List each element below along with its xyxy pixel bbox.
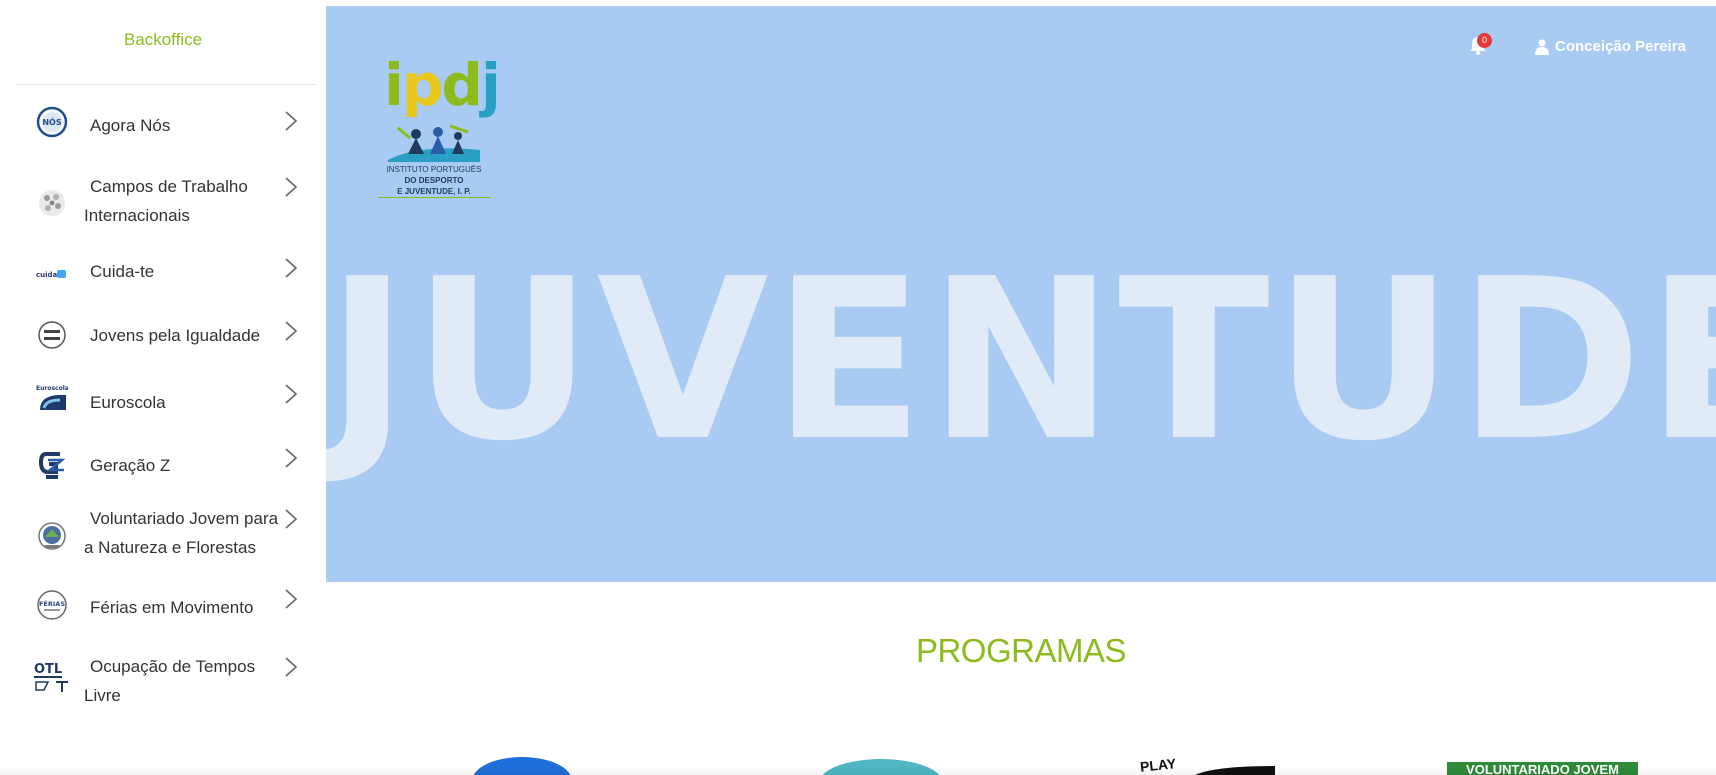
chevron-right-icon[interactable]: [283, 176, 299, 198]
logo-line-2: DO DESPORTO: [404, 176, 464, 185]
campos-trabalho-logo-icon: [39, 190, 65, 216]
sidebar-item-geracao-z[interactable]: Geração Z: [0, 442, 326, 488]
sidebar-item-otl[interactable]: OTL Ocupação de Tempos Livre: [0, 652, 326, 714]
logo-caption: INSTITUTO PORTUGUÊS DO DESPORTO E JUVENT…: [370, 164, 498, 197]
bottom-edge-shadow: [0, 766, 1716, 775]
sidebar: Backoffice NÓS Agora Nós Campos de Traba…: [0, 0, 326, 775]
svg-text:cuida-: cuida-: [36, 271, 60, 279]
chevron-right-icon[interactable]: [283, 257, 299, 279]
sidebar-item-ferias-movimento[interactable]: FÉRIAS Férias em Movimento: [0, 584, 326, 630]
user-icon: [1535, 39, 1549, 55]
logo-youth-figures-icon: [388, 124, 480, 162]
svg-text:OTL: OTL: [34, 662, 62, 677]
sidebar-item-label: Férias em Movimento: [90, 598, 254, 617]
chevron-right-icon[interactable]: [283, 110, 299, 132]
chevron-right-icon[interactable]: [283, 508, 299, 530]
chevron-right-icon[interactable]: [283, 383, 299, 405]
logo-line-3: E JUVENTUDE, I. P.: [397, 187, 471, 196]
logo-rule: [378, 197, 490, 198]
sidebar-title: Backoffice: [123, 30, 203, 49]
jovens-igualdade-logo-icon: [38, 321, 66, 349]
sidebar-item-label: Jovens pela Igualdade: [90, 326, 261, 345]
ferias-movimento-logo-icon: FÉRIAS: [37, 590, 67, 620]
logo-line-1: INSTITUTO PORTUGUÊS: [386, 165, 482, 174]
sidebar-item-label: Ocupação de Tempos Livre: [84, 657, 256, 705]
svg-text:FÉRIAS: FÉRIAS: [39, 599, 65, 608]
geracao-z-logo-icon: [38, 452, 66, 479]
sidebar-item-label: Cuida-te: [90, 262, 155, 281]
logo-wordmark: ipdj: [384, 51, 501, 119]
notification-count-badge: 0: [1477, 33, 1492, 48]
chevron-right-icon[interactable]: [283, 588, 299, 610]
sidebar-item-label: Campos de Trabalho Internacionais: [84, 177, 248, 225]
svg-text:NÓS: NÓS: [42, 116, 61, 127]
sidebar-item-label: Agora Nós: [90, 116, 171, 135]
euroscola-logo-icon: Euroscola: [36, 385, 68, 410]
hero-banner: ipdj INSTITUTO PORTUGUÊS DO DESPORTO E J…: [326, 6, 1716, 582]
sidebar-item-jovens-igualdade[interactable]: Jovens pela Igualdade: [0, 312, 326, 358]
otl-logo-icon: OTL: [34, 662, 68, 692]
ipdj-logo[interactable]: ipdj INSTITUTO PORTUGUÊS DO DESPORTO E J…: [370, 50, 501, 220]
chevron-right-icon[interactable]: [283, 447, 299, 469]
agora-nos-logo-icon: NÓS: [36, 106, 68, 138]
sidebar-item-label: Geração Z: [90, 456, 171, 475]
hero-headline: JUVENTUDE: [326, 232, 1716, 490]
cuida-te-logo-icon: cuida-: [36, 270, 66, 279]
sidebar-item-label: Voluntariado Jovem para a Natureza e Flo…: [84, 509, 279, 557]
programs-title: PROGRAMAS: [915, 632, 1127, 669]
sidebar-item-cuida-te[interactable]: cuida- Cuida-te: [0, 251, 326, 297]
voluntariado-logo-icon: [38, 522, 66, 550]
sidebar-item-campos-trabalho[interactable]: Campos de Trabalho Internacionais: [0, 172, 326, 234]
user-name: Conceição Pereira: [1555, 38, 1686, 55]
sidebar-divider: [17, 84, 316, 85]
chevron-right-icon[interactable]: [283, 656, 299, 678]
chevron-right-icon[interactable]: [283, 320, 299, 342]
sidebar-item-voluntariado[interactable]: Voluntariado Jovem para a Natureza e Flo…: [0, 504, 326, 566]
svg-text:Euroscola: Euroscola: [36, 385, 68, 392]
sidebar-item-label: Euroscola: [90, 393, 166, 412]
sidebar-item-agora-nos[interactable]: NÓS Agora Nós: [0, 100, 326, 154]
sidebar-item-euroscola[interactable]: Euroscola Euroscola: [0, 378, 326, 424]
